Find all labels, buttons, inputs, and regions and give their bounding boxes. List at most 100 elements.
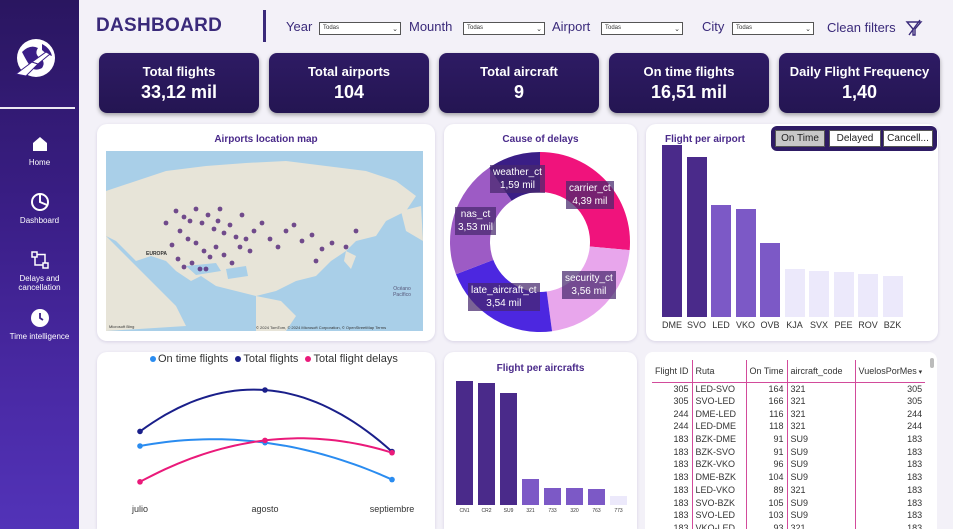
airport-marker[interactable] bbox=[227, 222, 233, 228]
aircraft-bar[interactable] bbox=[566, 487, 583, 505]
airport-marker[interactable] bbox=[259, 220, 265, 226]
filter-clear-icon[interactable] bbox=[905, 19, 923, 37]
month-filter-select[interactable]: Todas ⌄ bbox=[463, 22, 545, 35]
airport-bar[interactable] bbox=[882, 275, 903, 317]
airport-marker[interactable] bbox=[197, 266, 203, 272]
table-row[interactable]: 305 SVO-LED 166 321 305 bbox=[652, 394, 926, 408]
airport-marker[interactable] bbox=[175, 256, 181, 262]
airport-bar[interactable] bbox=[809, 270, 829, 317]
toggle-delayed[interactable]: Delayed bbox=[829, 130, 881, 147]
airport-marker[interactable] bbox=[283, 228, 289, 234]
table-row[interactable]: 244 DME-LED 116 321 244 bbox=[652, 407, 926, 421]
trend-point[interactable] bbox=[389, 476, 395, 483]
airport-marker[interactable] bbox=[163, 220, 169, 226]
aircraft-bar[interactable] bbox=[456, 381, 473, 505]
airport-bar[interactable] bbox=[784, 268, 805, 317]
table-row[interactable]: 183 BZK-DME 91 SU9 183 bbox=[652, 432, 926, 446]
table-row[interactable]: 183 BZK-SVO 91 SU9 183 bbox=[652, 445, 926, 459]
airport-marker[interactable] bbox=[229, 260, 235, 266]
legend-item[interactable]: On time flights bbox=[150, 353, 228, 365]
column-header[interactable]: Ruta bbox=[691, 360, 747, 382]
airport-marker[interactable] bbox=[233, 234, 239, 240]
sidebar-item-delays[interactable]: Delays and cancellation bbox=[0, 250, 79, 292]
table-row[interactable]: 183 SVO-LED 103 SU9 183 bbox=[652, 508, 926, 522]
toggle-on-time[interactable]: On Time bbox=[775, 130, 825, 147]
airport-marker[interactable] bbox=[215, 218, 221, 224]
trend-point[interactable] bbox=[262, 437, 268, 444]
table-scrollbar[interactable] bbox=[930, 358, 934, 368]
clean-filters-button[interactable]: Clean filters bbox=[827, 20, 896, 35]
airports-map[interactable]: EUROPA Océano Pacífico Microsoft Bing © … bbox=[106, 151, 423, 331]
table-row[interactable]: 183 BZK-VKO 96 SU9 183 bbox=[652, 458, 926, 471]
table-row[interactable]: 305 LED-SVO 164 321 305 bbox=[652, 382, 926, 395]
airport-marker[interactable] bbox=[193, 240, 199, 246]
airport-marker[interactable] bbox=[181, 214, 187, 220]
airport-marker[interactable] bbox=[237, 244, 243, 250]
airport-bar[interactable] bbox=[858, 274, 878, 317]
aircraft-bar[interactable] bbox=[522, 478, 539, 505]
airport-bar[interactable] bbox=[735, 208, 756, 317]
trend-point[interactable] bbox=[137, 443, 143, 449]
sidebar-item-time-intelligence[interactable]: Time intelligence bbox=[0, 308, 79, 341]
airport-marker[interactable] bbox=[247, 248, 253, 254]
airport-bar[interactable] bbox=[833, 272, 854, 317]
table-row[interactable]: 244 LED-DME 118 321 244 bbox=[652, 420, 926, 433]
legend-item[interactable]: Total flight delays bbox=[305, 353, 398, 365]
airport-marker[interactable] bbox=[177, 228, 183, 234]
airport-marker[interactable] bbox=[217, 206, 223, 212]
aircraft-bar[interactable] bbox=[610, 496, 627, 505]
airport-marker[interactable] bbox=[353, 228, 359, 234]
trend-point[interactable] bbox=[389, 449, 395, 456]
trend-point[interactable] bbox=[137, 479, 143, 485]
airport-marker[interactable] bbox=[199, 220, 205, 226]
airport-marker[interactable] bbox=[181, 264, 187, 270]
trend-line-chart[interactable]: julio agosto septiembre bbox=[97, 352, 435, 529]
column-header[interactable]: Flight ID bbox=[652, 360, 692, 382]
airport-marker[interactable] bbox=[221, 252, 227, 258]
airport-bar[interactable] bbox=[711, 205, 731, 317]
airport-marker[interactable] bbox=[169, 242, 175, 248]
trend-line-0[interactable] bbox=[139, 438, 393, 481]
airport-bar[interactable] bbox=[686, 157, 707, 317]
aircraft-bar[interactable] bbox=[544, 487, 561, 505]
airport-marker[interactable] bbox=[203, 266, 209, 272]
city-filter-select[interactable]: Todas ⌄ bbox=[732, 22, 814, 35]
airport-marker[interactable] bbox=[173, 208, 179, 214]
column-header[interactable]: aircraft_code bbox=[786, 360, 856, 382]
legend-item[interactable]: Total flights bbox=[235, 353, 298, 365]
airport-marker[interactable] bbox=[313, 258, 319, 264]
airport-bar[interactable] bbox=[760, 243, 780, 317]
sidebar-item-home[interactable]: Home bbox=[0, 134, 79, 167]
airport-marker[interactable] bbox=[275, 244, 281, 250]
airport-markers[interactable] bbox=[106, 151, 423, 331]
airport-marker[interactable] bbox=[239, 212, 245, 218]
airport-marker[interactable] bbox=[213, 244, 219, 250]
sidebar-item-dashboard[interactable]: Dashboard bbox=[0, 192, 79, 225]
airport-marker[interactable] bbox=[187, 218, 193, 224]
trend-point[interactable] bbox=[262, 387, 268, 393]
airport-marker[interactable] bbox=[267, 236, 273, 242]
airport-marker[interactable] bbox=[185, 236, 191, 242]
trend-point[interactable] bbox=[137, 428, 143, 435]
airport-marker[interactable] bbox=[251, 228, 257, 234]
table-row[interactable]: 183 DME-BZK 104 SU9 183 bbox=[652, 470, 926, 484]
airport-marker[interactable] bbox=[291, 222, 297, 228]
airport-marker[interactable] bbox=[189, 260, 195, 266]
airport-marker[interactable] bbox=[221, 230, 227, 236]
column-header[interactable]: VuelosPorMes ▾ bbox=[854, 360, 926, 382]
airport-marker[interactable] bbox=[243, 236, 249, 242]
aircraft-bar[interactable] bbox=[500, 393, 517, 505]
year-filter-select[interactable]: Todas ⌄ bbox=[319, 22, 401, 35]
aircraft-bar[interactable] bbox=[478, 383, 495, 505]
column-header[interactable]: On Time bbox=[745, 360, 788, 382]
airport-marker[interactable] bbox=[329, 240, 335, 246]
airport-marker[interactable] bbox=[299, 238, 305, 244]
aircraft-bar[interactable] bbox=[588, 488, 605, 505]
table-row[interactable]: 183 VKO-LED 93 321 183 bbox=[652, 521, 926, 529]
airport-marker[interactable] bbox=[201, 248, 207, 254]
toggle-cancelled[interactable]: Cancell... bbox=[883, 130, 933, 147]
airport-marker[interactable] bbox=[205, 212, 211, 218]
airport-marker[interactable] bbox=[193, 206, 199, 212]
airport-bar[interactable] bbox=[662, 145, 682, 317]
airport-filter-select[interactable]: Todas ⌄ bbox=[601, 22, 683, 35]
